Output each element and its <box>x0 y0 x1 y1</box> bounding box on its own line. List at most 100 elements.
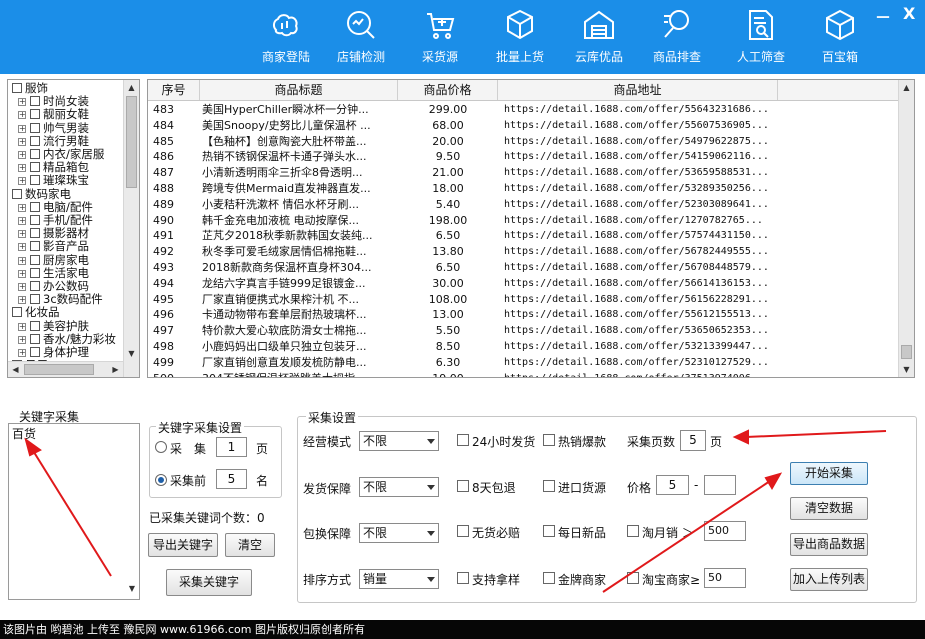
scroll-thumb[interactable] <box>126 96 137 188</box>
scroll-left-icon[interactable]: ◀ <box>8 362 23 377</box>
tree-horizontal-scrollbar[interactable]: ◀ ▶ <box>8 361 123 377</box>
expand-plus-icon[interactable]: + <box>18 256 26 265</box>
collect-top-input[interactable]: 5 <box>216 469 247 489</box>
tree-checkbox[interactable] <box>30 241 40 252</box>
expand-plus-icon[interactable]: + <box>18 269 26 278</box>
expand-plus-icon[interactable]: + <box>18 164 26 173</box>
table-vertical-scrollbar[interactable]: ▲ ▼ <box>898 80 914 377</box>
shipping-guarantee-select[interactable]: 不限 <box>359 477 439 497</box>
scroll-up-icon[interactable]: ▲ <box>124 80 139 95</box>
table-row[interactable]: 487 小清新透明雨伞三折伞8骨透明... 21.00 https://detail.… <box>148 165 900 181</box>
pages-input[interactable]: 5 <box>680 430 706 451</box>
expand-plus-icon[interactable]: + <box>18 137 26 146</box>
toolbar-button-goods-check[interactable]: 商品排查 <box>638 8 716 70</box>
checkbox-hot-sale[interactable] <box>543 434 555 446</box>
tree-checkbox[interactable] <box>30 228 40 239</box>
product-table[interactable]: 序号 商品标题 商品价格 商品地址 483 美国HyperChiller瞬冰杯一分… <box>147 79 915 378</box>
exchange-guarantee-select[interactable]: 不限 <box>359 523 439 543</box>
clear-keywords-button[interactable]: 清空 <box>225 533 275 557</box>
table-row[interactable]: 483 美国HyperChiller瞬冰杯一分钟... 299.00 https://… <box>148 102 900 118</box>
expand-plus-icon[interactable]: + <box>18 349 26 357</box>
table-row[interactable]: 500304不锈钢保温杯弹跳盖大拇指... 19.00 https://detail… <box>148 371 900 377</box>
expand-plus-icon[interactable]: + <box>18 243 26 252</box>
tree-checkbox[interactable] <box>30 333 40 344</box>
expand-plus-icon[interactable]: + <box>18 230 26 239</box>
checkbox-import-source[interactable] <box>543 480 555 492</box>
radio-collect-top[interactable] <box>155 474 167 486</box>
expand-plus-icon[interactable]: + <box>18 283 26 291</box>
sort-mode-select[interactable]: 销量 <box>359 569 439 589</box>
scroll-thumb[interactable] <box>24 364 94 375</box>
toolbar-button-toolbox[interactable]: 百宝箱 <box>801 8 879 70</box>
scroll-up-icon[interactable]: ▲ <box>899 80 914 95</box>
price-max-input[interactable] <box>704 475 736 495</box>
column-header-price[interactable]: 商品价格 <box>398 80 498 100</box>
scroll-down-icon[interactable]: ▼ <box>124 346 139 361</box>
checkbox-gold-merchant[interactable] <box>543 572 555 584</box>
table-row[interactable]: 492 秋冬季可爱毛绒家居情侣棉拖鞋... 13.80 https://detail.… <box>148 244 900 260</box>
toolbar-button-manual-screen[interactable]: 人工筛查 <box>722 8 800 70</box>
tree-checkbox[interactable] <box>30 254 40 265</box>
keyword-textarea[interactable]: 百货 ▼ <box>8 423 140 600</box>
table-row[interactable]: 489 小麦秸秆洗漱杯 情侣水杯牙刷... 5.40 https://detail.1… <box>148 197 900 213</box>
table-row[interactable]: 490 韩千金充电加液梳 电动按摩保... 198.00 https://detail… <box>148 213 900 229</box>
clear-data-button[interactable]: 清空数据 <box>790 497 868 520</box>
table-row[interactable]: 491 芷芃夕2018秋季新款韩国女装纯... 6.50 https://detail… <box>148 228 900 244</box>
scroll-down-icon[interactable]: ▼ <box>129 584 135 593</box>
scroll-right-icon[interactable]: ▶ <box>108 362 123 377</box>
table-row[interactable]: 494 龙结六字真言手链999足银镀金... 30.00 https://detail… <box>148 276 900 292</box>
close-button[interactable]: X <box>903 4 915 23</box>
column-header-url[interactable]: 商品地址 <box>498 80 778 100</box>
tree-checkbox[interactable] <box>30 135 40 146</box>
collect-pages-input[interactable]: 1 <box>216 437 247 457</box>
checkbox-support-sample[interactable] <box>457 572 469 584</box>
tree-checkbox[interactable] <box>30 294 40 305</box>
checkbox-taobao-merchant[interactable] <box>627 572 639 584</box>
expand-plus-icon[interactable]: + <box>18 335 26 344</box>
checkbox-daily-new[interactable] <box>543 525 555 537</box>
tree-checkbox[interactable] <box>30 281 40 291</box>
export-keywords-button[interactable]: 导出关键字 <box>148 533 218 557</box>
taobao-merchant-input[interactable]: 50 <box>704 568 746 588</box>
table-row[interactable]: 496 卡通动物带布套单层耐热玻璃杯... 13.00 https://detail.… <box>148 307 900 323</box>
tree-checkbox[interactable] <box>30 201 40 212</box>
column-header-title[interactable]: 商品标题 <box>200 80 398 100</box>
minimize-button[interactable]: － <box>875 4 891 28</box>
table-row[interactable]: 499 厂家直销创意直发顺发梳防静电... 6.30 https://detail.1… <box>148 355 900 371</box>
table-row[interactable]: 485 【色釉杯】创意陶瓷大肚杯带盖... 20.00 https://detail.… <box>148 134 900 150</box>
table-row[interactable]: 486 热销不锈钢保温杯卡通子弹头水... 9.50 https://detail.1… <box>148 149 900 165</box>
expand-plus-icon[interactable]: + <box>18 203 26 212</box>
tree-checkbox[interactable] <box>30 175 40 186</box>
start-collect-button[interactable]: 开始采集 <box>790 462 868 485</box>
expand-plus-icon[interactable]: + <box>18 217 26 225</box>
tree-checkbox[interactable] <box>30 149 40 159</box>
expand-plus-icon[interactable]: + <box>18 151 26 159</box>
scroll-down-icon[interactable]: ▼ <box>899 362 914 377</box>
table-row[interactable]: 493 2018新款商务保温杯直身杯304... 6.50 https://detai… <box>148 260 900 276</box>
table-row[interactable]: 488 跨境专供Mermaid直发神器直发... 18.00 https://deta… <box>148 181 900 197</box>
tree-checkbox[interactable] <box>30 122 40 133</box>
table-row[interactable]: 484 美国Snoopy/史努比儿童保温杯 ... 68.00 https://det… <box>148 118 900 134</box>
category-tree[interactable]: 服饰 + 时尚女装 + 靓丽女鞋 + 帅气男装 + 流行男鞋 + 内衣/家居服 + 精品箱包 + 璀璨珠宝数… <box>7 79 140 378</box>
table-row[interactable]: 495 厂家直销便携式水果榨汁机 不... 108.00 https://detail… <box>148 292 900 308</box>
tree-checkbox[interactable] <box>30 96 40 107</box>
toolbar-button-source-goods[interactable]: 采货源 <box>401 8 479 70</box>
tree-checkbox[interactable] <box>12 188 22 199</box>
expand-plus-icon[interactable]: + <box>18 124 26 133</box>
checkbox-taobao-month-sales[interactable] <box>627 525 639 537</box>
checkbox-out-of-stock-compensate[interactable] <box>457 525 469 537</box>
checkbox-8day-return[interactable] <box>457 480 469 492</box>
table-row[interactable]: 497 特价款大爱心软底防滑女士棉拖... 5.50 https://detail.1… <box>148 323 900 339</box>
radio-collect-pages[interactable] <box>155 441 167 453</box>
business-mode-select[interactable]: 不限 <box>359 431 439 451</box>
table-row[interactable]: 498 小鹿妈妈出口级单只独立包装牙... 8.50 https://detail.1… <box>148 339 900 355</box>
tree-checkbox[interactable] <box>12 307 22 318</box>
add-upload-list-button[interactable]: 加入上传列表 <box>790 568 868 591</box>
scroll-thumb[interactable] <box>901 345 912 359</box>
tree-vertical-scrollbar[interactable]: ▲ ▼ <box>123 80 139 377</box>
collect-keywords-button[interactable]: 采集关键字 <box>166 569 252 596</box>
tree-checkbox[interactable] <box>12 83 22 93</box>
toolbar-button-cloud-goods[interactable]: 云库优品 <box>560 8 638 70</box>
expand-plus-icon[interactable]: + <box>18 296 26 305</box>
tree-checkbox[interactable] <box>30 162 40 173</box>
